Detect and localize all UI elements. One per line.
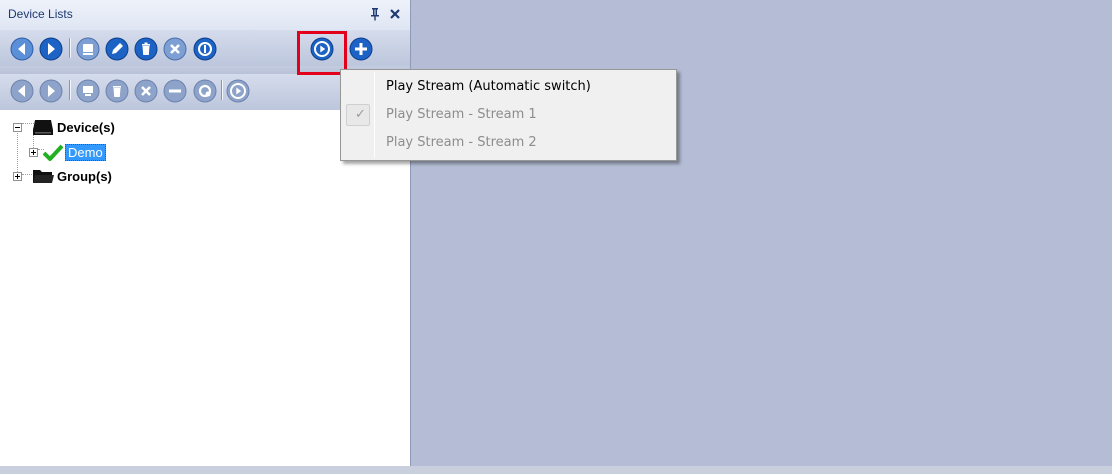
device-icon[interactable] xyxy=(76,37,100,61)
panel-header: Device Lists xyxy=(0,0,410,30)
play-icon[interactable] xyxy=(226,79,250,103)
tree-node-groups[interactable]: Group(s) xyxy=(13,167,112,185)
remove-icon[interactable] xyxy=(163,37,187,61)
collapse-toggle[interactable] xyxy=(13,122,22,132)
pin-icon[interactable] xyxy=(369,7,381,21)
toolbar-separator xyxy=(221,80,223,100)
checkmark-box: ✓ xyxy=(346,104,370,126)
menu-item-label: Play Stream - Stream 1 xyxy=(386,107,537,122)
info-icon[interactable] xyxy=(193,37,217,61)
monitor-icon[interactable] xyxy=(76,79,100,103)
expand-toggle[interactable] xyxy=(29,147,38,157)
primary-toolbar xyxy=(0,30,410,66)
remove-icon[interactable] xyxy=(134,79,158,103)
checkmark-icon: ✓ xyxy=(355,107,366,122)
minus-icon[interactable] xyxy=(163,79,187,103)
menu-item-play-stream-2[interactable]: Play Stream - Stream 2 xyxy=(343,130,674,157)
tree-label-demo: Demo xyxy=(65,143,106,161)
edit-icon[interactable] xyxy=(105,37,129,61)
delete-icon[interactable] xyxy=(105,79,129,103)
menu-item-play-stream-1[interactable]: ✓ Play Stream - Stream 1 xyxy=(343,102,674,129)
status-strip xyxy=(0,466,1112,474)
back-icon[interactable] xyxy=(10,79,34,103)
device-folder-icon xyxy=(33,120,53,135)
refresh-icon[interactable] xyxy=(193,79,217,103)
forward-icon[interactable] xyxy=(39,37,63,61)
forward-icon[interactable] xyxy=(39,79,63,103)
folder-icon xyxy=(33,170,54,183)
close-icon[interactable] xyxy=(389,8,401,20)
add-icon[interactable] xyxy=(349,37,373,61)
checkmark-icon xyxy=(43,144,63,161)
tree-node-devices[interactable]: Device(s) xyxy=(13,118,115,136)
tree-label-devices: Device(s) xyxy=(57,119,115,135)
back-icon[interactable] xyxy=(10,37,34,61)
expand-toggle[interactable] xyxy=(13,171,22,181)
play-stream-menu: Play Stream (Automatic switch) ✓ Play St… xyxy=(340,69,677,161)
menu-item-play-automatic[interactable]: Play Stream (Automatic switch) xyxy=(343,74,674,101)
menu-item-label: Play Stream (Automatic switch) xyxy=(386,79,591,94)
toolbar-separator xyxy=(69,38,71,58)
delete-icon[interactable] xyxy=(134,37,158,61)
panel-title: Device Lists xyxy=(8,7,73,21)
tree-label-groups: Group(s) xyxy=(57,168,112,184)
tree-node-demo[interactable]: Demo xyxy=(29,143,106,161)
toolbar-separator xyxy=(69,80,71,100)
menu-item-label: Play Stream - Stream 2 xyxy=(386,135,537,150)
